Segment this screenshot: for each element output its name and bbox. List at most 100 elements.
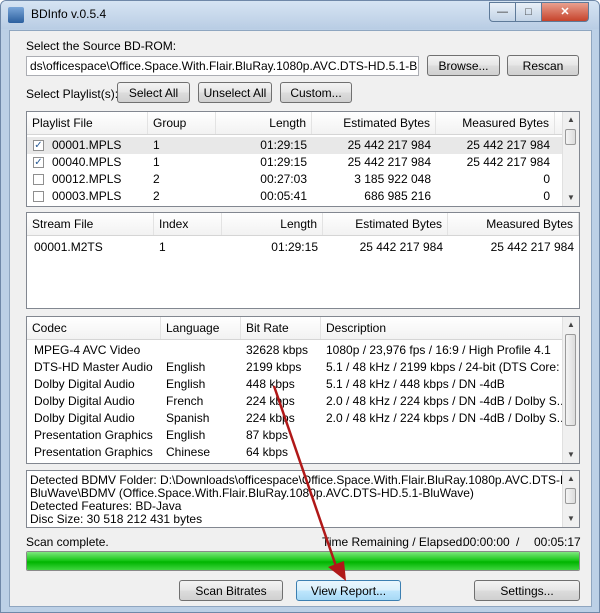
source-path-input[interactable]: ds\officespace\Office.Space.With.Flair.B… — [26, 56, 419, 76]
codec-row[interactable]: DTS-HD Master Audio English 2199 kbps 5.… — [27, 359, 563, 376]
codec-language: English — [166, 360, 206, 374]
report-scrollbar[interactable]: ▲ ▼ — [562, 471, 579, 527]
codec-row[interactable]: MPEG-4 AVC Video 32628 kbps 1080p / 23,9… — [27, 342, 563, 359]
header-length[interactable]: Length — [216, 112, 312, 134]
playlist-file: 00012.MPLS — [52, 172, 122, 186]
playlist-length: 01:29:15 — [260, 138, 307, 152]
app-icon — [8, 7, 24, 23]
scroll-up-arrow-icon[interactable]: ▲ — [563, 471, 579, 487]
scroll-up-arrow-icon[interactable]: ▲ — [563, 317, 579, 333]
codec-description: 5.1 / 48 kHz / 448 kbps / DN -4dB — [326, 377, 505, 391]
codec-language: English — [166, 377, 206, 391]
codec-description: 1080p / 23,976 fps / 16:9 / High Profile… — [326, 343, 551, 357]
playlist-estimated: 686 985 216 — [364, 189, 431, 203]
report-line: Detected Features: BD-Java — [30, 499, 182, 513]
playlist-length: 00:27:03 — [260, 172, 307, 186]
header-estimated-bytes[interactable]: Estimated Bytes — [312, 112, 436, 134]
playlist-measured: 25 442 217 984 — [466, 155, 550, 169]
select-all-button[interactable]: Select All — [117, 82, 190, 103]
codec-description: 2.0 / 48 kHz / 224 kbps / DN -4dB / Dolb… — [326, 394, 563, 408]
header-length[interactable]: Length — [222, 213, 323, 235]
header-stream-file[interactable]: Stream File — [27, 213, 154, 235]
codec-bitrate: 64 kbps — [246, 445, 289, 459]
minimize-button[interactable]: — — [489, 2, 516, 22]
playlist-group: 2 — [153, 172, 160, 186]
playlist-checkbox[interactable] — [33, 174, 44, 185]
header-language[interactable]: Language — [161, 317, 241, 339]
header-measured-bytes[interactable]: Measured Bytes — [448, 213, 579, 235]
codec-row[interactable]: Dolby Digital Audio French 224 kbps 2.0 … — [27, 393, 563, 410]
stream-length: 01:29:15 — [271, 240, 318, 254]
playlist-checkbox[interactable] — [33, 191, 44, 202]
codec-row[interactable]: Dolby Digital Audio Spanish 224 kbps 2.0… — [27, 410, 563, 427]
playlist-row[interactable]: ✓ 00040.MPLS 1 01:29:15 25 442 217 984 2… — [27, 154, 563, 171]
header-measured-bytes[interactable]: Measured Bytes — [436, 112, 555, 134]
scroll-up-arrow-icon[interactable]: ▲ — [563, 112, 579, 128]
header-description[interactable]: Description — [321, 317, 563, 339]
unselect-all-button[interactable]: Unselect All — [198, 82, 272, 103]
browse-button[interactable]: Browse... — [427, 55, 500, 76]
time-elapsed: 00:05:17 — [534, 535, 581, 549]
progress-fill — [27, 552, 579, 570]
maximize-button[interactable]: □ — [515, 2, 542, 22]
time-label: Time Remaining / Elapsed: — [322, 535, 466, 549]
settings-button[interactable]: Settings... — [474, 580, 580, 601]
report-line: Detected BDMV Folder: D:\Downloads\offic… — [30, 473, 580, 487]
playlist-file: 00040.MPLS — [52, 155, 122, 169]
playlist-header: Playlist File Group Length Estimated Byt… — [27, 112, 579, 135]
codec-row[interactable]: Presentation Graphics Chinese 64 kbps — [27, 444, 563, 461]
scan-progress-bar — [26, 551, 580, 571]
playlist-measured: 0 — [543, 189, 550, 203]
header-playlist-file[interactable]: Playlist File — [27, 112, 148, 134]
playlist-checkbox[interactable]: ✓ — [33, 157, 44, 168]
codec-row[interactable]: Presentation Graphics English 87 kbps — [27, 427, 563, 444]
codec-scrollbar[interactable]: ▲ ▼ — [562, 317, 579, 463]
view-report-button[interactable]: View Report... — [296, 580, 401, 601]
playlist-length: 00:05:41 — [260, 189, 307, 203]
codec-bitrate: 224 kbps — [246, 394, 295, 408]
scroll-down-arrow-icon[interactable]: ▼ — [563, 447, 579, 463]
source-label: Select the Source BD-ROM: — [26, 39, 177, 53]
codec-row[interactable]: Dolby Digital Audio English 448 kbps 5.1… — [27, 376, 563, 393]
stream-list[interactable]: Stream File Index Length Estimated Bytes… — [26, 212, 580, 309]
scroll-down-arrow-icon[interactable]: ▼ — [563, 190, 579, 206]
playlist-group: 1 — [153, 138, 160, 152]
playlist-length: 01:29:15 — [260, 155, 307, 169]
header-bit-rate[interactable]: Bit Rate — [241, 317, 321, 339]
codec-name: Dolby Digital Audio — [34, 394, 135, 408]
playlist-group: 2 — [153, 189, 160, 203]
header-codec[interactable]: Codec — [27, 317, 161, 339]
window-title: BDInfo v.0.5.4 — [31, 7, 107, 21]
custom-button[interactable]: Custom... — [280, 82, 352, 103]
close-button[interactable]: ✕ — [541, 2, 589, 22]
title-bar[interactable]: BDInfo v.0.5.4 — □ ✕ — [1, 1, 599, 29]
codec-list[interactable]: Codec Language Bit Rate Description MPEG… — [26, 316, 580, 464]
codec-name: Dolby Digital Audio — [34, 411, 135, 425]
codec-name: DTS-HD Master Audio — [34, 360, 153, 374]
rescan-button[interactable]: Rescan — [507, 55, 579, 76]
playlist-row[interactable]: 00012.MPLS 2 00:27:03 3 185 922 048 0 — [27, 171, 563, 188]
scroll-thumb[interactable] — [565, 334, 576, 426]
playlist-checkbox[interactable]: ✓ — [33, 140, 44, 151]
codec-language: English — [166, 428, 206, 442]
playlist-row[interactable]: 00003.MPLS 2 00:05:41 686 985 216 0 — [27, 188, 563, 205]
scroll-thumb[interactable] — [565, 488, 576, 504]
stream-row[interactable]: 00001.M2TS 1 01:29:15 25 442 217 984 25 … — [27, 239, 579, 256]
playlist-row[interactable]: ✓ 00001.MPLS 1 01:29:15 25 442 217 984 2… — [27, 137, 563, 154]
codec-language: Chinese — [166, 445, 211, 459]
codec-language: French — [166, 394, 204, 408]
header-index[interactable]: Index — [154, 213, 222, 235]
header-estimated-bytes[interactable]: Estimated Bytes — [323, 213, 448, 235]
codec-bitrate: 224 kbps — [246, 411, 295, 425]
scroll-down-arrow-icon[interactable]: ▼ — [563, 511, 579, 527]
codec-description: 2.0 / 48 kHz / 224 kbps / DN -4dB / Dolb… — [326, 411, 563, 425]
report-textbox[interactable]: Detected BDMV Folder: D:\Downloads\offic… — [26, 470, 580, 528]
playlist-list[interactable]: Playlist File Group Length Estimated Byt… — [26, 111, 580, 207]
scan-bitrates-button[interactable]: Scan Bitrates — [179, 580, 283, 601]
scroll-thumb[interactable] — [565, 129, 576, 145]
playlist-scrollbar[interactable]: ▲ ▼ — [562, 112, 579, 206]
stream-index: 1 — [159, 240, 166, 254]
playlist-group: 1 — [153, 155, 160, 169]
stream-estimated: 25 442 217 984 — [359, 240, 443, 254]
header-group[interactable]: Group — [148, 112, 216, 134]
